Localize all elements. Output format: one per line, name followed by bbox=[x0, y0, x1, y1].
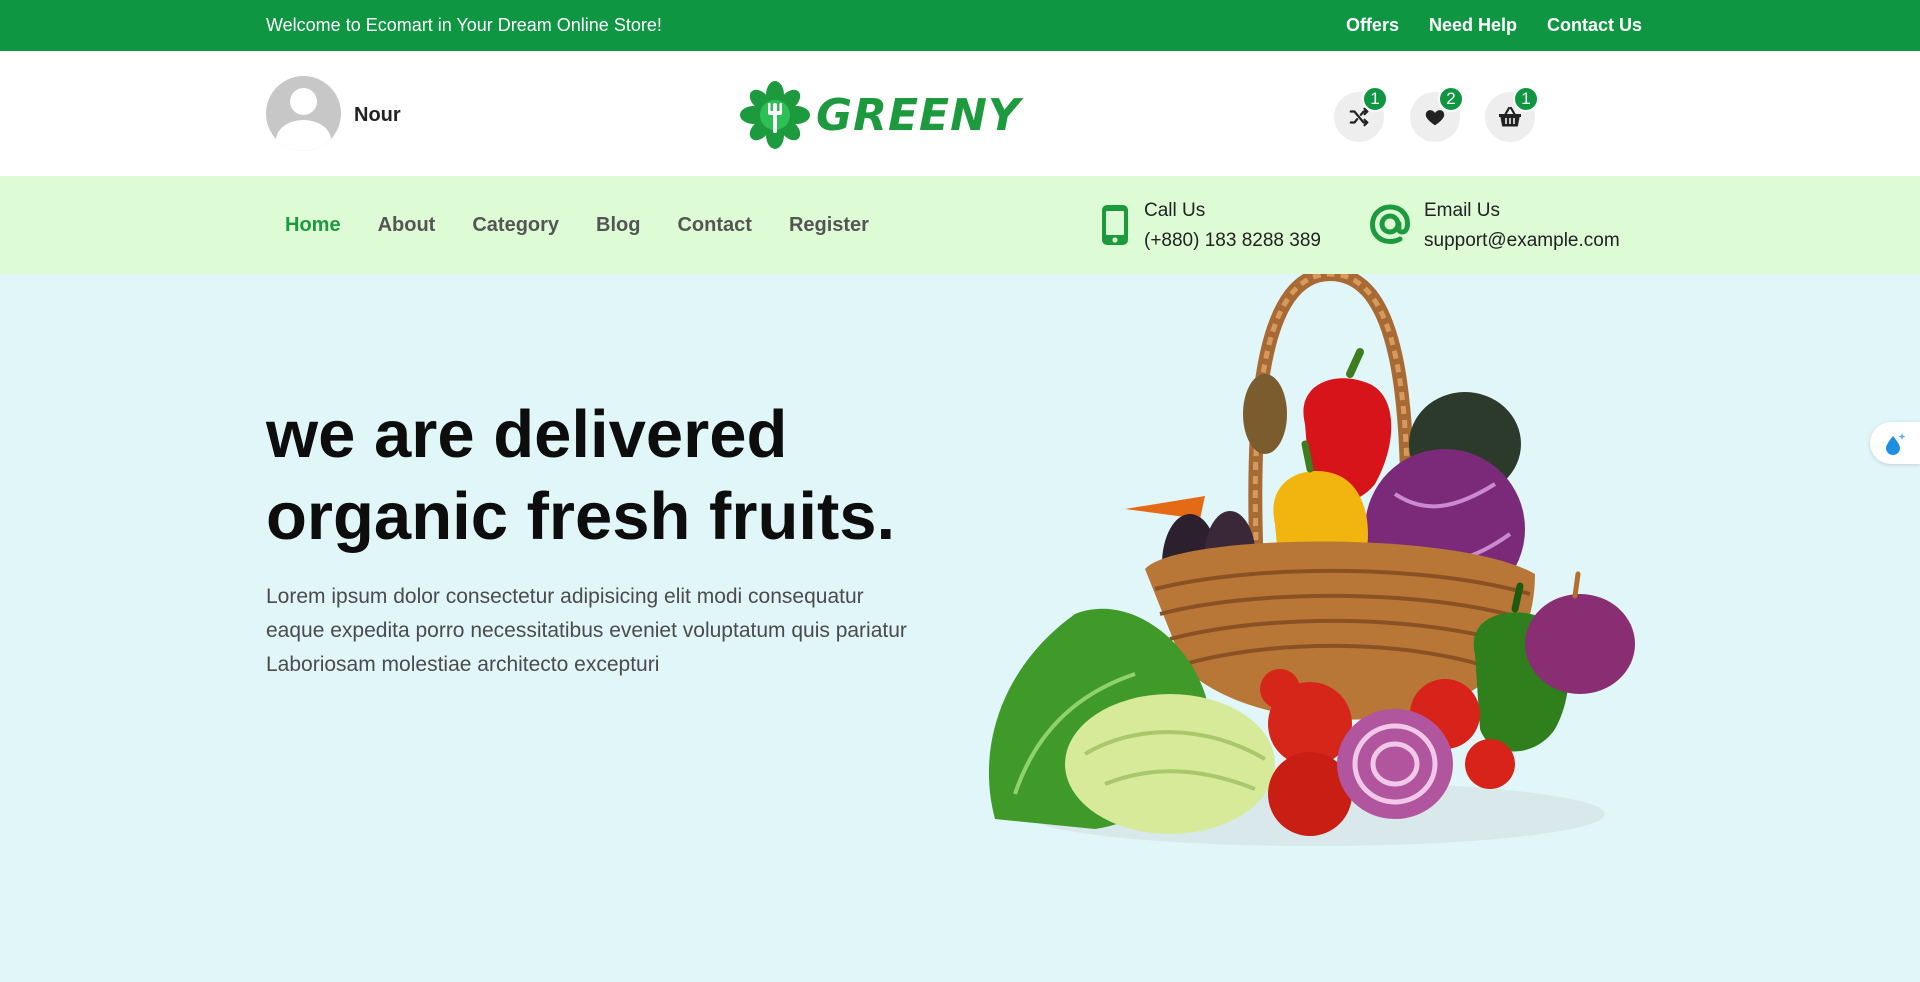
need-help-link[interactable]: Need Help bbox=[1429, 15, 1517, 36]
site-header: Nour GREENY 1 2 1 bbox=[0, 51, 1920, 176]
nav-item-category[interactable]: Category bbox=[472, 214, 559, 237]
accessibility-tool-button[interactable] bbox=[1870, 422, 1920, 464]
hero-title-line1: we are delivered bbox=[266, 397, 788, 472]
email-us-block: Email Us support@example.com bbox=[1370, 196, 1620, 256]
top-bar: Welcome to Ecomart in Your Dream Online … bbox=[0, 0, 1920, 51]
call-us-label: Call Us bbox=[1144, 200, 1206, 221]
site-logo[interactable]: GREENY bbox=[740, 81, 1021, 149]
nav-item-about[interactable]: About bbox=[378, 214, 436, 237]
offers-link[interactable]: Offers bbox=[1346, 15, 1399, 36]
main-navbar: Home About Category Blog Contact Registe… bbox=[0, 176, 1920, 274]
compare-button[interactable]: 1 bbox=[1334, 86, 1388, 142]
hero-title-line2: organic fresh fruits. bbox=[266, 479, 896, 554]
nav-item-blog[interactable]: Blog bbox=[596, 214, 640, 237]
username[interactable]: Nour bbox=[354, 104, 401, 127]
wishlist-button[interactable]: 2 bbox=[1410, 86, 1464, 142]
welcome-message: Welcome to Ecomart in Your Dream Online … bbox=[266, 15, 662, 35]
water-drop-icon bbox=[1886, 433, 1906, 455]
wishlist-count-badge: 2 bbox=[1438, 86, 1464, 112]
nav-item-home[interactable]: Home bbox=[285, 214, 341, 237]
nav-menu: Home About Category Blog Contact Registe… bbox=[285, 214, 869, 237]
call-us-number[interactable]: (+880) 183 8288 389 bbox=[1144, 226, 1321, 256]
leaf-logo-icon bbox=[740, 81, 810, 149]
nav-item-register[interactable]: Register bbox=[789, 214, 869, 237]
at-sign-icon bbox=[1370, 204, 1410, 244]
top-links: Offers Need Help Contact Us bbox=[1346, 15, 1642, 36]
nav-item-contact[interactable]: Contact bbox=[677, 214, 751, 237]
email-us-label: Email Us bbox=[1424, 200, 1501, 221]
vegetable-basket-image bbox=[988, 274, 1635, 846]
compare-count-badge: 1 bbox=[1362, 86, 1388, 112]
avatar[interactable] bbox=[266, 76, 341, 151]
cart-count-badge: 1 bbox=[1513, 86, 1539, 112]
hero-title: we are delivered organic fresh fruits. bbox=[266, 394, 986, 558]
phone-icon bbox=[1102, 205, 1128, 245]
cart-button[interactable]: 1 bbox=[1485, 86, 1539, 142]
call-us-block: Call Us (+880) 183 8288 389 bbox=[1100, 196, 1321, 256]
email-us-address[interactable]: support@example.com bbox=[1424, 226, 1620, 256]
hero-section: we are delivered organic fresh fruits. L… bbox=[0, 274, 1920, 982]
contact-us-link[interactable]: Contact Us bbox=[1547, 15, 1642, 36]
logo-text: GREENY bbox=[816, 89, 1021, 141]
hero-description: Lorem ipsum dolor consectetur adipisicin… bbox=[266, 585, 907, 676]
